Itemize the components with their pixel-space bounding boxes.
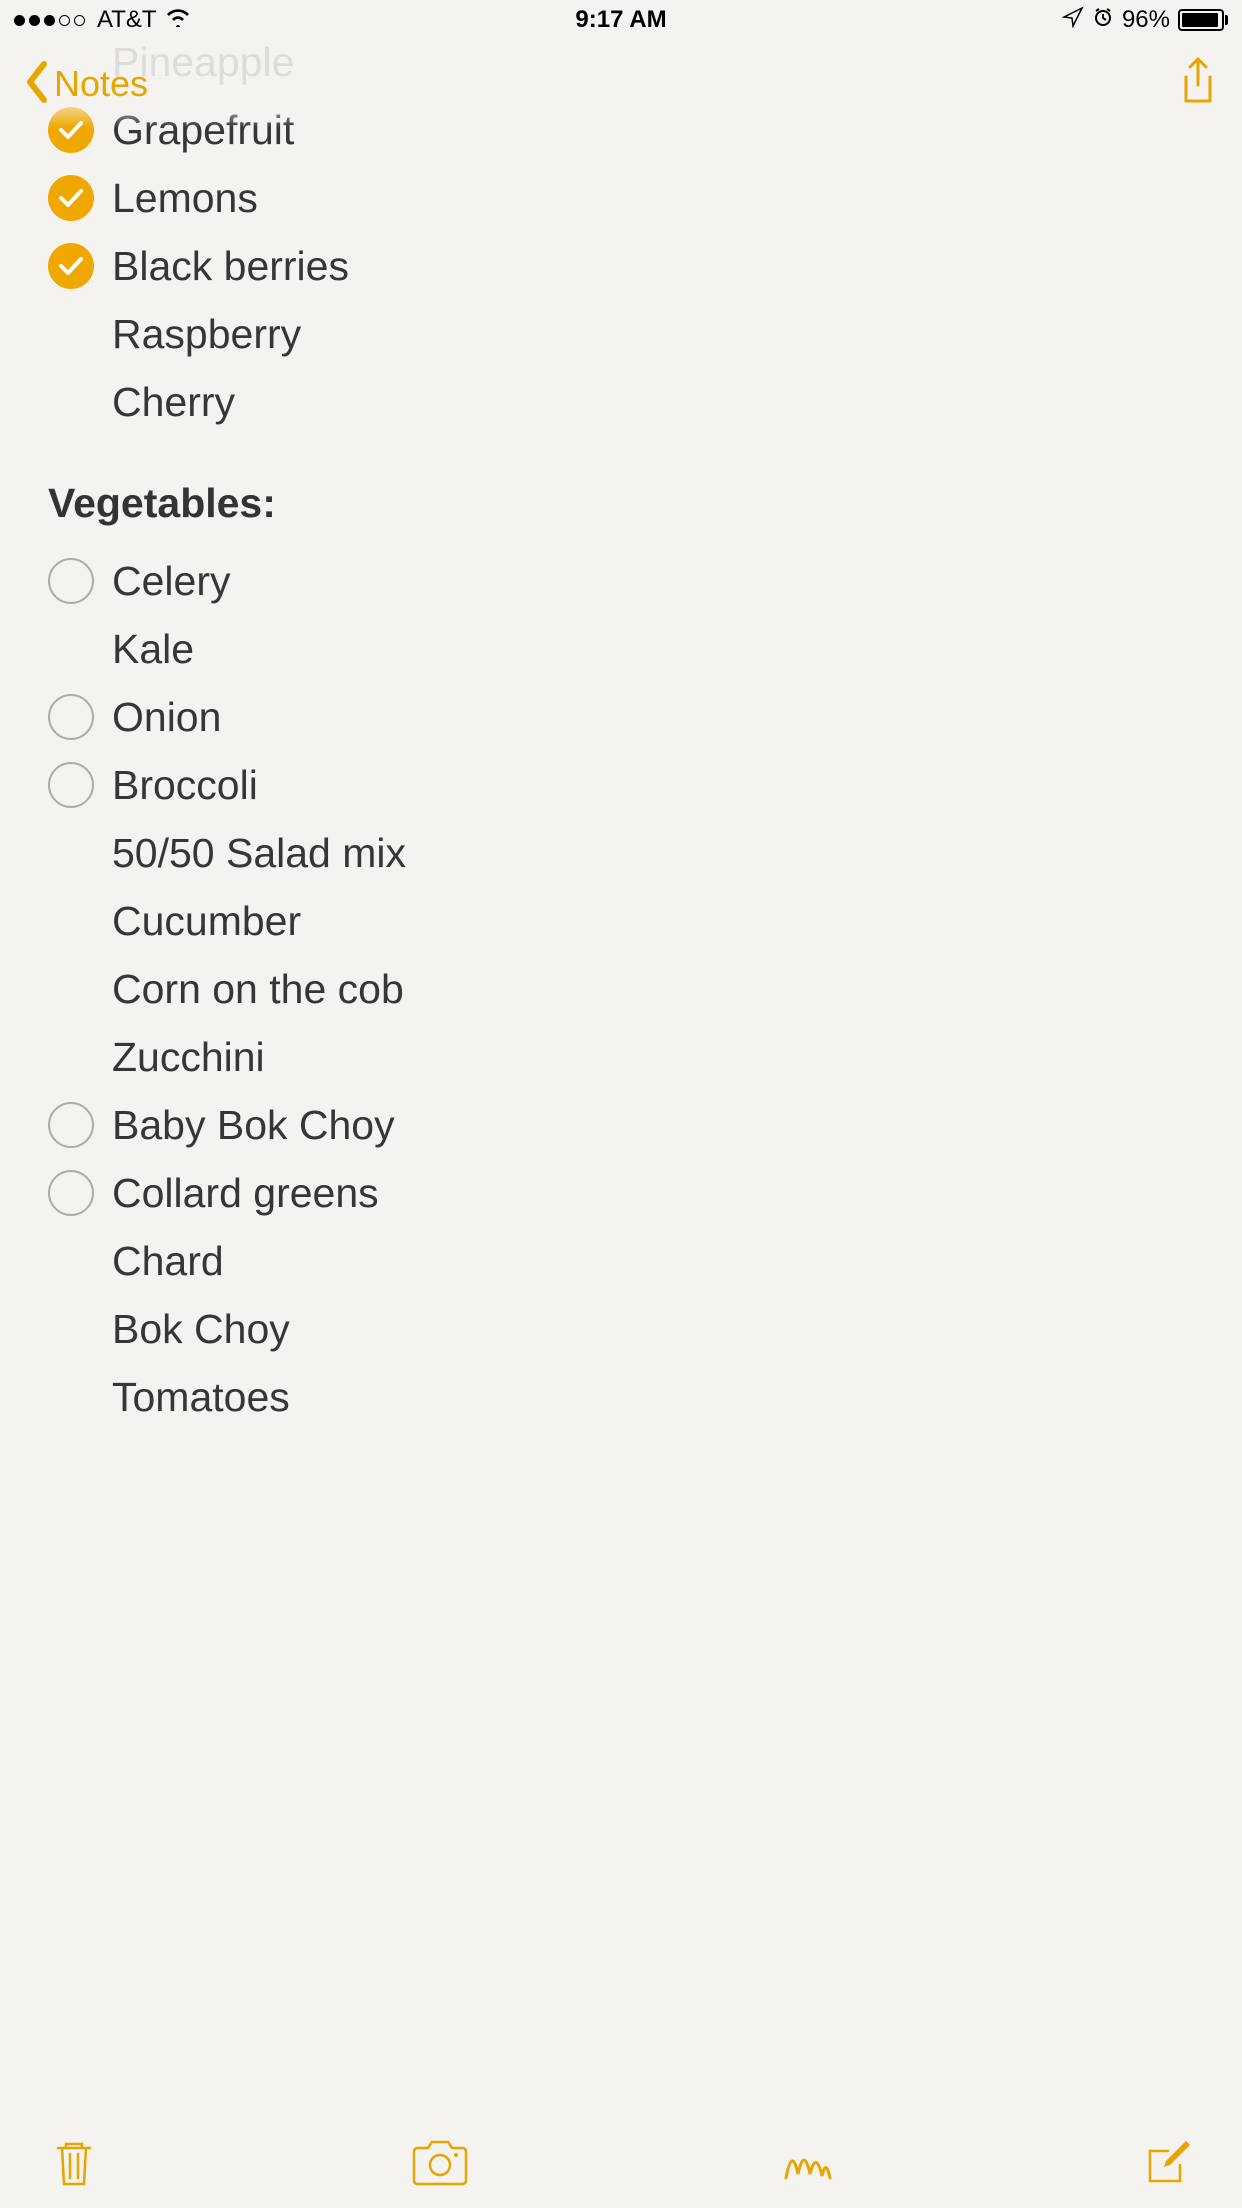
nav-bar: Notes bbox=[0, 40, 1242, 128]
checkmark-icon bbox=[58, 255, 84, 277]
item-label: Raspberry bbox=[112, 311, 301, 358]
share-button[interactable] bbox=[1178, 57, 1218, 112]
item-label: Broccoli bbox=[112, 762, 258, 809]
item-label: Chard bbox=[112, 1238, 224, 1285]
checkbox[interactable] bbox=[48, 762, 94, 808]
list-item[interactable]: Black berries bbox=[48, 232, 1194, 300]
list-item[interactable]: Collard greens bbox=[48, 1159, 1194, 1227]
delete-button[interactable] bbox=[48, 2136, 100, 2193]
sketch-button[interactable] bbox=[780, 2138, 834, 2191]
back-button[interactable]: Notes bbox=[24, 60, 148, 109]
checkbox[interactable] bbox=[48, 694, 94, 740]
chevron-left-icon bbox=[24, 60, 50, 109]
checkbox[interactable] bbox=[48, 1170, 94, 1216]
camera-button[interactable] bbox=[410, 2138, 470, 2191]
alarm-icon bbox=[1092, 6, 1114, 35]
item-label: Cherry bbox=[112, 379, 235, 426]
note-content[interactable]: PineappleGrapefruitLemonsBlack berriesRa… bbox=[0, 0, 1242, 1431]
signal-strength-icon bbox=[14, 15, 85, 26]
item-label: Black berries bbox=[112, 243, 349, 290]
wifi-icon bbox=[165, 6, 191, 34]
sketch-icon bbox=[780, 2138, 834, 2186]
list-item[interactable]: Bok Choy bbox=[48, 1295, 1194, 1363]
battery-icon bbox=[1178, 9, 1228, 31]
share-icon bbox=[1178, 57, 1218, 107]
checkbox[interactable] bbox=[48, 1102, 94, 1148]
list-item[interactable]: Chard bbox=[48, 1227, 1194, 1295]
list-item[interactable]: Tomatoes bbox=[48, 1363, 1194, 1431]
compose-icon bbox=[1144, 2137, 1194, 2187]
item-label: Baby Bok Choy bbox=[112, 1102, 395, 1149]
status-time: 9:17 AM bbox=[575, 6, 666, 34]
list-item[interactable]: Cherry bbox=[48, 368, 1194, 436]
item-label: Corn on the cob bbox=[112, 966, 404, 1013]
location-icon bbox=[1062, 6, 1084, 35]
list-item[interactable]: 50/50 Salad mix bbox=[48, 819, 1194, 887]
checkmark-icon bbox=[58, 187, 84, 209]
list-item[interactable]: Broccoli bbox=[48, 751, 1194, 819]
item-label: Cucumber bbox=[112, 898, 301, 945]
item-label: Bok Choy bbox=[112, 1306, 290, 1353]
item-label: Collard greens bbox=[112, 1170, 379, 1217]
battery-percent: 96% bbox=[1122, 6, 1170, 34]
checkbox[interactable] bbox=[48, 175, 94, 221]
item-label: 50/50 Salad mix bbox=[112, 830, 406, 877]
item-label: Onion bbox=[112, 694, 221, 741]
list-item[interactable]: Raspberry bbox=[48, 300, 1194, 368]
list-item[interactable]: Cucumber bbox=[48, 887, 1194, 955]
back-label: Notes bbox=[54, 63, 148, 105]
item-label: Lemons bbox=[112, 175, 258, 222]
item-label: Celery bbox=[112, 558, 230, 605]
list-item[interactable]: Corn on the cob bbox=[48, 955, 1194, 1023]
list-item[interactable]: Lemons bbox=[48, 164, 1194, 232]
carrier-label: AT&T bbox=[97, 6, 157, 34]
list-item[interactable]: Baby Bok Choy bbox=[48, 1091, 1194, 1159]
list-item[interactable]: Zucchini bbox=[48, 1023, 1194, 1091]
list-item[interactable]: Celery bbox=[48, 547, 1194, 615]
bottom-toolbar bbox=[0, 2120, 1242, 2208]
section-header-vegetables: Vegetables: bbox=[48, 480, 1194, 527]
list-item[interactable]: Kale bbox=[48, 615, 1194, 683]
checkbox[interactable] bbox=[48, 243, 94, 289]
item-label: Zucchini bbox=[112, 1034, 265, 1081]
compose-button[interactable] bbox=[1144, 2137, 1194, 2192]
list-item[interactable]: Onion bbox=[48, 683, 1194, 751]
status-bar: AT&T 9:17 AM 96% bbox=[0, 0, 1242, 40]
checkbox[interactable] bbox=[48, 558, 94, 604]
trash-icon bbox=[48, 2136, 100, 2188]
camera-icon bbox=[410, 2138, 470, 2186]
item-label: Kale bbox=[112, 626, 194, 673]
item-label: Tomatoes bbox=[112, 1374, 290, 1421]
